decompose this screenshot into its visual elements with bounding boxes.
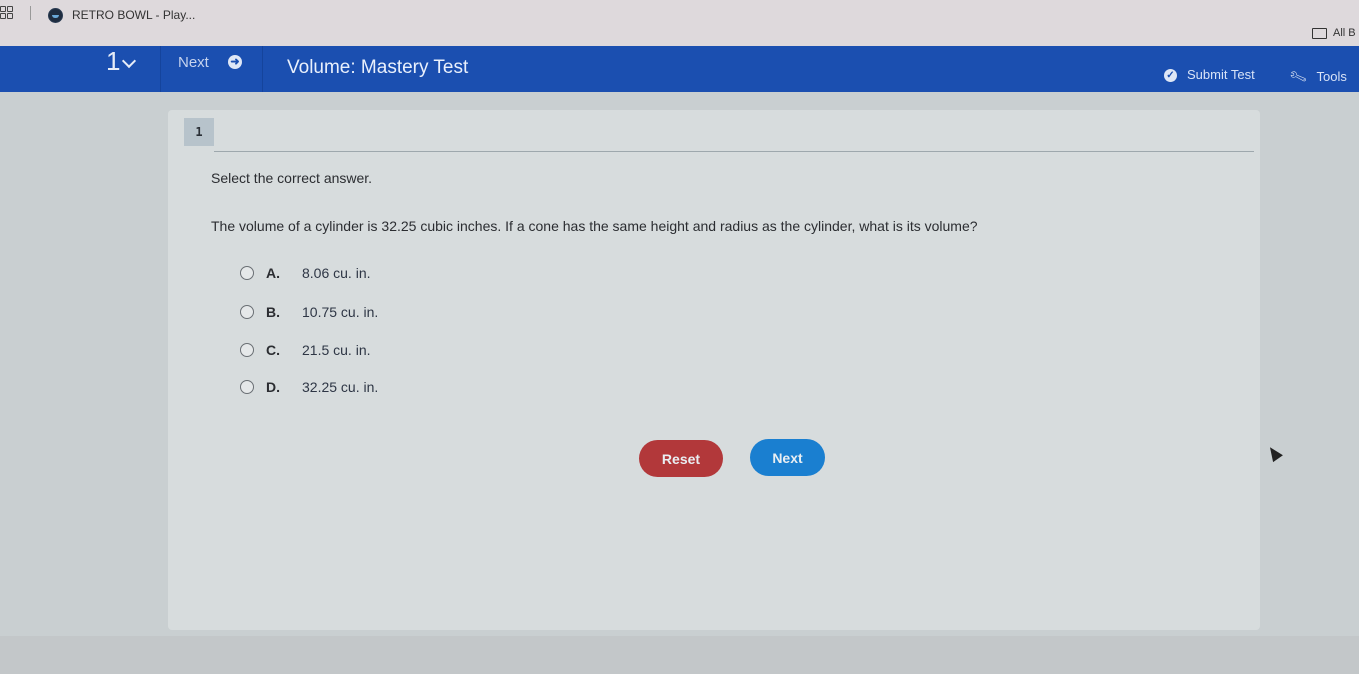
option-text: 32.25 cu. in. — [302, 379, 379, 395]
submit-test-button[interactable]: ✓ Submit Test — [1164, 67, 1255, 83]
radio-button[interactable] — [240, 343, 254, 357]
radio-button[interactable] — [240, 266, 254, 280]
question-badge: 1 — [184, 118, 214, 146]
question-card: 1 Select the correct answer. The volume … — [168, 110, 1260, 630]
next-segment — [160, 46, 263, 92]
apps-grid-icon[interactable] — [0, 6, 13, 20]
option-text: 10.75 cu. in. — [302, 304, 379, 320]
tools-label: Tools — [1316, 69, 1347, 84]
option-letter: A. — [266, 265, 280, 281]
question-selector-segment — [0, 46, 161, 92]
option-letter: D. — [266, 379, 280, 395]
answer-option-d[interactable]: D. 32.25 cu. in. — [240, 377, 378, 397]
folder-icon — [1312, 27, 1327, 39]
submit-test-label: Submit Test — [1187, 67, 1255, 82]
next-button[interactable]: Next — [750, 439, 825, 476]
page-bottom — [0, 636, 1359, 674]
wrench-icon: 🔧︎ — [1287, 66, 1309, 87]
option-text: 21.5 cu. in. — [302, 342, 371, 358]
divider — [30, 6, 31, 20]
instruction-text: Select the correct answer. — [211, 170, 373, 186]
question-text: The volume of a cylinder is 32.25 cubic … — [211, 218, 978, 234]
bookmark-label: All B — [1333, 27, 1356, 39]
answer-option-c[interactable]: C. 21.5 cu. in. — [240, 340, 371, 360]
all-bookmarks-link[interactable]: All B — [1312, 27, 1356, 39]
radio-button[interactable] — [240, 380, 254, 394]
option-letter: C. — [266, 342, 280, 358]
answer-option-b[interactable]: B. 10.75 cu. in. — [240, 302, 378, 322]
arrow-right-circle-icon[interactable]: ➜ — [228, 55, 242, 69]
divider — [214, 151, 1254, 152]
question-number-dropdown[interactable]: 1 — [106, 46, 120, 77]
nav-next-button[interactable]: Next — [178, 54, 209, 71]
tab-favicon-icon — [48, 8, 63, 23]
option-text: 8.06 cu. in. — [302, 265, 371, 281]
check-circle-icon: ✓ — [1164, 69, 1177, 83]
reset-button[interactable]: Reset — [639, 440, 723, 477]
tools-button[interactable]: 🔧︎ Tools — [1287, 66, 1347, 87]
browser-bar: RETRO BOWL - Play... All B — [0, 0, 1359, 46]
answer-option-a[interactable]: A. 8.06 cu. in. — [240, 263, 371, 283]
option-letter: B. — [266, 304, 280, 320]
browser-tab-title[interactable]: RETRO BOWL - Play... — [72, 8, 195, 22]
mouse-cursor-icon — [1265, 443, 1283, 463]
radio-button[interactable] — [240, 305, 254, 319]
test-title: Volume: Mastery Test — [287, 57, 469, 78]
